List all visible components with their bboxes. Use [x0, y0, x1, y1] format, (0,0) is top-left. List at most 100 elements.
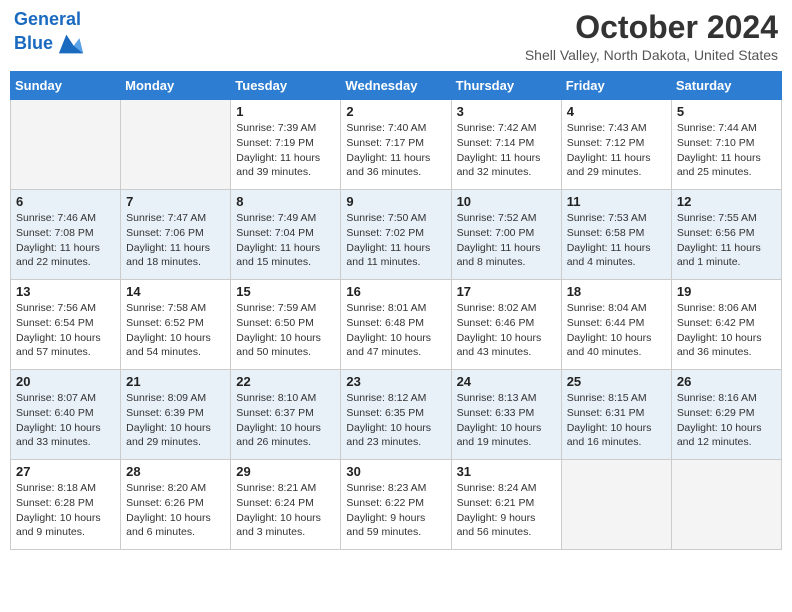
- calendar-cell: 13Sunrise: 7:56 AMSunset: 6:54 PMDayligh…: [11, 280, 121, 370]
- day-number: 6: [16, 194, 115, 209]
- cell-content: Daylight: 10 hours and 3 minutes.: [236, 511, 335, 540]
- calendar-cell: 8Sunrise: 7:49 AMSunset: 7:04 PMDaylight…: [231, 190, 341, 280]
- cell-content: Sunset: 6:48 PM: [346, 316, 445, 331]
- day-number: 10: [457, 194, 556, 209]
- day-number: 4: [567, 104, 666, 119]
- cell-content: Sunrise: 7:46 AM: [16, 211, 115, 226]
- cell-content: Daylight: 10 hours and 9 minutes.: [16, 511, 115, 540]
- logo: General Blue: [14, 10, 85, 58]
- day-number: 17: [457, 284, 556, 299]
- cell-content: Sunset: 6:29 PM: [677, 406, 776, 421]
- cell-content: Sunrise: 8:15 AM: [567, 391, 666, 406]
- cell-content: Sunset: 7:14 PM: [457, 136, 556, 151]
- cell-content: Sunrise: 7:47 AM: [126, 211, 225, 226]
- cell-content: Daylight: 11 hours and 39 minutes.: [236, 151, 335, 180]
- day-number: 16: [346, 284, 445, 299]
- col-thursday: Thursday: [451, 72, 561, 100]
- calendar-cell: 10Sunrise: 7:52 AMSunset: 7:00 PMDayligh…: [451, 190, 561, 280]
- cell-content: Sunrise: 8:02 AM: [457, 301, 556, 316]
- day-number: 24: [457, 374, 556, 389]
- cell-content: Sunset: 6:37 PM: [236, 406, 335, 421]
- cell-content: Sunrise: 8:21 AM: [236, 481, 335, 496]
- calendar-cell: [671, 460, 781, 550]
- cell-content: Sunset: 6:44 PM: [567, 316, 666, 331]
- page-header: General Blue October 2024 Shell Valley, …: [10, 10, 782, 63]
- cell-content: Daylight: 11 hours and 4 minutes.: [567, 241, 666, 270]
- week-row-4: 20Sunrise: 8:07 AMSunset: 6:40 PMDayligh…: [11, 370, 782, 460]
- cell-content: Daylight: 9 hours and 56 minutes.: [457, 511, 556, 540]
- calendar-cell: 21Sunrise: 8:09 AMSunset: 6:39 PMDayligh…: [121, 370, 231, 460]
- cell-content: Sunset: 6:58 PM: [567, 226, 666, 241]
- cell-content: Sunset: 6:54 PM: [16, 316, 115, 331]
- calendar-cell: 18Sunrise: 8:04 AMSunset: 6:44 PMDayligh…: [561, 280, 671, 370]
- cell-content: Sunset: 6:26 PM: [126, 496, 225, 511]
- day-number: 20: [16, 374, 115, 389]
- cell-content: Sunset: 7:10 PM: [677, 136, 776, 151]
- cell-content: Daylight: 11 hours and 32 minutes.: [457, 151, 556, 180]
- logo-text: General: [14, 10, 85, 30]
- cell-content: Daylight: 11 hours and 11 minutes.: [346, 241, 445, 270]
- cell-content: Daylight: 10 hours and 40 minutes.: [567, 331, 666, 360]
- cell-content: Daylight: 10 hours and 16 minutes.: [567, 421, 666, 450]
- day-number: 26: [677, 374, 776, 389]
- cell-content: Daylight: 10 hours and 29 minutes.: [126, 421, 225, 450]
- day-number: 11: [567, 194, 666, 209]
- calendar-table: Sunday Monday Tuesday Wednesday Thursday…: [10, 71, 782, 550]
- calendar-cell: [561, 460, 671, 550]
- calendar-cell: [11, 100, 121, 190]
- cell-content: Sunrise: 7:39 AM: [236, 121, 335, 136]
- cell-content: Sunset: 7:02 PM: [346, 226, 445, 241]
- cell-content: Sunset: 7:08 PM: [16, 226, 115, 241]
- cell-content: Sunrise: 8:24 AM: [457, 481, 556, 496]
- calendar-cell: 3Sunrise: 7:42 AMSunset: 7:14 PMDaylight…: [451, 100, 561, 190]
- cell-content: Sunset: 6:35 PM: [346, 406, 445, 421]
- cell-content: Sunrise: 7:43 AM: [567, 121, 666, 136]
- day-number: 12: [677, 194, 776, 209]
- logo-text-blue: Blue: [14, 30, 85, 58]
- day-number: 23: [346, 374, 445, 389]
- day-number: 25: [567, 374, 666, 389]
- day-number: 3: [457, 104, 556, 119]
- cell-content: Sunrise: 7:55 AM: [677, 211, 776, 226]
- calendar-cell: 16Sunrise: 8:01 AMSunset: 6:48 PMDayligh…: [341, 280, 451, 370]
- day-number: 9: [346, 194, 445, 209]
- day-number: 8: [236, 194, 335, 209]
- calendar-cell: 4Sunrise: 7:43 AMSunset: 7:12 PMDaylight…: [561, 100, 671, 190]
- calendar-cell: 12Sunrise: 7:55 AMSunset: 6:56 PMDayligh…: [671, 190, 781, 280]
- cell-content: Sunrise: 7:56 AM: [16, 301, 115, 316]
- day-number: 7: [126, 194, 225, 209]
- cell-content: Daylight: 10 hours and 47 minutes.: [346, 331, 445, 360]
- day-number: 27: [16, 464, 115, 479]
- day-number: 15: [236, 284, 335, 299]
- calendar-cell: 30Sunrise: 8:23 AMSunset: 6:22 PMDayligh…: [341, 460, 451, 550]
- cell-content: Sunrise: 8:20 AM: [126, 481, 225, 496]
- cell-content: Sunset: 6:42 PM: [677, 316, 776, 331]
- cell-content: Sunrise: 7:52 AM: [457, 211, 556, 226]
- cell-content: Sunset: 6:56 PM: [677, 226, 776, 241]
- day-number: 2: [346, 104, 445, 119]
- week-row-3: 13Sunrise: 7:56 AMSunset: 6:54 PMDayligh…: [11, 280, 782, 370]
- day-number: 5: [677, 104, 776, 119]
- cell-content: Sunset: 6:31 PM: [567, 406, 666, 421]
- cell-content: Sunset: 6:21 PM: [457, 496, 556, 511]
- calendar-cell: 14Sunrise: 7:58 AMSunset: 6:52 PMDayligh…: [121, 280, 231, 370]
- day-number: 18: [567, 284, 666, 299]
- calendar-cell: 28Sunrise: 8:20 AMSunset: 6:26 PMDayligh…: [121, 460, 231, 550]
- cell-content: Sunrise: 8:13 AM: [457, 391, 556, 406]
- day-number: 1: [236, 104, 335, 119]
- calendar-cell: [121, 100, 231, 190]
- cell-content: Daylight: 11 hours and 8 minutes.: [457, 241, 556, 270]
- calendar-cell: 22Sunrise: 8:10 AMSunset: 6:37 PMDayligh…: [231, 370, 341, 460]
- cell-content: Sunrise: 7:49 AM: [236, 211, 335, 226]
- cell-content: Daylight: 10 hours and 43 minutes.: [457, 331, 556, 360]
- location: Shell Valley, North Dakota, United State…: [525, 47, 778, 63]
- col-wednesday: Wednesday: [341, 72, 451, 100]
- calendar-cell: 6Sunrise: 7:46 AMSunset: 7:08 PMDaylight…: [11, 190, 121, 280]
- cell-content: Daylight: 11 hours and 36 minutes.: [346, 151, 445, 180]
- cell-content: Daylight: 10 hours and 6 minutes.: [126, 511, 225, 540]
- cell-content: Sunrise: 8:12 AM: [346, 391, 445, 406]
- calendar-cell: 7Sunrise: 7:47 AMSunset: 7:06 PMDaylight…: [121, 190, 231, 280]
- cell-content: Sunset: 6:33 PM: [457, 406, 556, 421]
- day-number: 21: [126, 374, 225, 389]
- col-saturday: Saturday: [671, 72, 781, 100]
